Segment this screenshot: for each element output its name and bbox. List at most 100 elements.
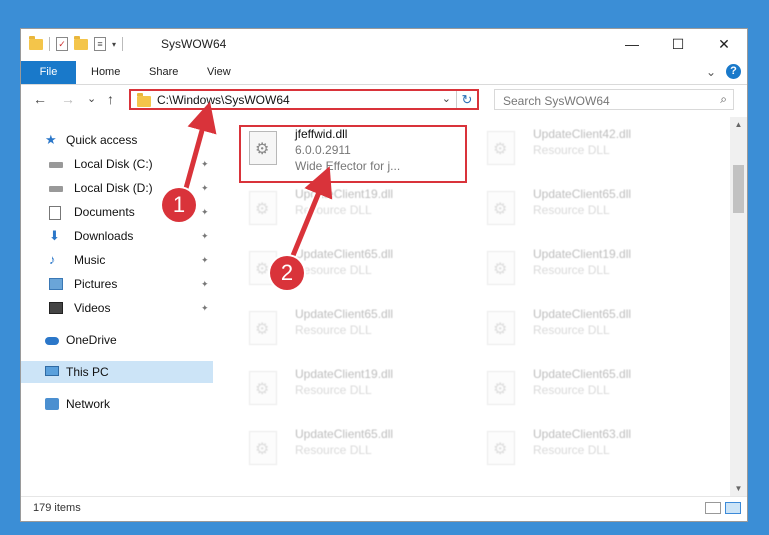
vertical-scrollbar[interactable]: ▲ ▼ (730, 117, 747, 497)
search-input[interactable] (501, 92, 705, 109)
explorer-window: ✓ ≡ ▾ SysWOW64 — ☐ ✕ File Home Share Vie… (20, 28, 748, 522)
close-button[interactable]: ✕ (701, 29, 747, 59)
window-title: SysWOW64 (161, 37, 227, 51)
pin-icon[interactable]: ✦ (201, 249, 209, 271)
sidebar-item-label: Local Disk (C:) (74, 157, 153, 171)
sidebar-item-label: This PC (66, 365, 109, 379)
scroll-up-icon[interactable]: ▲ (730, 117, 747, 133)
star-icon: ★ (45, 132, 57, 147)
tab-view[interactable]: View (199, 61, 239, 84)
sidebar-item-downloads[interactable]: ⬇ Downloads ✦ (21, 225, 213, 247)
search-icon[interactable]: ⌕ (720, 92, 727, 107)
recent-locations-button[interactable]: ⌄ (87, 92, 96, 105)
refresh-button[interactable]: ↻ (456, 91, 477, 108)
file-name: UpdateClient42.dll (533, 127, 632, 141)
file-name: UpdateClient65.dll (533, 187, 632, 201)
maximize-button[interactable]: ☐ (655, 29, 701, 59)
forward-button[interactable]: → (61, 91, 75, 107)
ribbon-controls: ⌄ ? (706, 64, 741, 79)
sidebar-item-label: Quick access (66, 133, 138, 147)
sidebar-item-network[interactable]: Network (21, 393, 213, 415)
help-icon[interactable]: ? (726, 64, 741, 79)
properties-icon[interactable]: ✓ (56, 37, 68, 51)
scroll-down-icon[interactable]: ▼ (730, 481, 747, 497)
details-view-icon[interactable] (705, 502, 721, 514)
sidebar-item-label: Local Disk (D:) (74, 181, 153, 195)
quick-access-toolbar: ✓ ≡ ▾ (29, 35, 124, 51)
pin-icon[interactable]: ✦ (201, 225, 209, 247)
file-name: UpdateClient63.dll (533, 427, 632, 441)
address-dropdown-icon[interactable]: ⌄ (442, 92, 451, 105)
tab-file[interactable]: File (21, 61, 76, 84)
file-name: UpdateClient65.dll (295, 307, 394, 321)
file-item[interactable]: UpdateClient19.dll Resource DLL (241, 363, 461, 413)
item-count: 179 items (33, 502, 81, 514)
dll-file-icon (249, 191, 277, 225)
divider (49, 37, 50, 51)
file-item[interactable]: UpdateClient65.dll Resource DLL (479, 183, 699, 233)
dll-file-icon (249, 371, 277, 405)
pin-icon[interactable]: ✦ (201, 201, 209, 223)
file-item[interactable]: UpdateClient65.dll Resource DLL (479, 363, 699, 413)
pc-icon (45, 366, 59, 376)
sidebar-item-this-pc[interactable]: This PC (21, 361, 213, 383)
file-item[interactable]: UpdateClient63.dll Resource DLL (479, 423, 699, 473)
title-bar: ✓ ≡ ▾ SysWOW64 — ☐ ✕ (21, 29, 747, 61)
callout-2: 2 (270, 256, 304, 290)
file-description: Resource DLL (295, 263, 372, 277)
file-description: Resource DLL (295, 443, 372, 457)
dll-file-icon (487, 251, 515, 285)
file-item[interactable]: UpdateClient19.dll Resource DLL (479, 243, 699, 293)
tiles-view-icon[interactable] (725, 502, 741, 514)
search-box[interactable]: ⌕ (494, 89, 734, 110)
file-item[interactable]: UpdateClient65.dll Resource DLL (241, 423, 461, 473)
minimize-button[interactable]: — (609, 29, 655, 59)
sidebar-item-onedrive[interactable]: OneDrive (21, 329, 213, 351)
address-path[interactable]: C:\Windows\SysWOW64 (157, 93, 290, 107)
dll-file-icon (487, 431, 515, 465)
file-description: Resource DLL (295, 323, 372, 337)
network-icon (45, 398, 59, 410)
sidebar-item-videos[interactable]: Videos ✦ (21, 297, 213, 319)
pin-icon[interactable]: ✦ (201, 273, 209, 295)
disk-icon (49, 186, 63, 192)
tab-home[interactable]: Home (83, 61, 128, 84)
file-item[interactable]: UpdateClient19.dll Resource DLL (241, 183, 461, 233)
videos-icon (49, 302, 63, 314)
pin-icon[interactable]: ✦ (201, 177, 209, 199)
sidebar-item-label: Pictures (74, 277, 118, 291)
expand-ribbon-icon[interactable]: ⌄ (706, 65, 716, 79)
music-icon: ♪ (49, 252, 56, 267)
up-button[interactable]: ↑ (107, 91, 114, 107)
sidebar-item-local-disk-c[interactable]: Local Disk (C:) ✦ (21, 153, 213, 175)
navigation-pane: ★ Quick access Local Disk (C:) ✦ Local D… (21, 117, 213, 497)
sidebar-item-quick-access[interactable]: ★ Quick access (21, 129, 213, 151)
qat-dropdown-icon[interactable]: ▾ (112, 40, 116, 49)
address-bar[interactable]: C:\Windows\SysWOW64 ⌄ ↻ (129, 89, 479, 110)
scroll-thumb[interactable] (733, 165, 744, 213)
file-item[interactable]: UpdateClient42.dll Resource DLL (479, 123, 699, 173)
sidebar-item-pictures[interactable]: Pictures ✦ (21, 273, 213, 295)
file-name: UpdateClient65.dll (533, 367, 632, 381)
customize-icon[interactable]: ≡ (94, 37, 106, 51)
disk-icon (49, 162, 63, 168)
file-item[interactable]: UpdateClient65.dll Resource DLL (479, 303, 699, 353)
sidebar-item-music[interactable]: ♪ Music ✦ (21, 249, 213, 271)
view-buttons (705, 502, 741, 514)
new-folder-icon[interactable] (74, 35, 88, 50)
file-name: UpdateClient65.dll (533, 307, 632, 321)
file-item[interactable]: UpdateClient65.dll Resource DLL (241, 303, 461, 353)
sidebar-item-label: Network (66, 397, 111, 411)
file-name: UpdateClient19.dll (295, 187, 394, 201)
tab-share[interactable]: Share (141, 61, 186, 84)
window-controls: — ☐ ✕ (609, 29, 747, 59)
file-description: Resource DLL (533, 203, 610, 217)
dll-file-icon (249, 311, 277, 345)
back-button[interactable]: ← (33, 91, 47, 107)
pin-icon[interactable]: ✦ (201, 153, 209, 175)
address-row: ← → ⌄ ↑ C:\Windows\SysWOW64 ⌄ ↻ ⌕ (21, 85, 747, 115)
pin-icon[interactable]: ✦ (201, 297, 209, 319)
sidebar-item-label: OneDrive (66, 333, 117, 347)
sidebar-item-label: Downloads (74, 229, 134, 243)
downloads-icon: ⬇ (49, 228, 60, 243)
